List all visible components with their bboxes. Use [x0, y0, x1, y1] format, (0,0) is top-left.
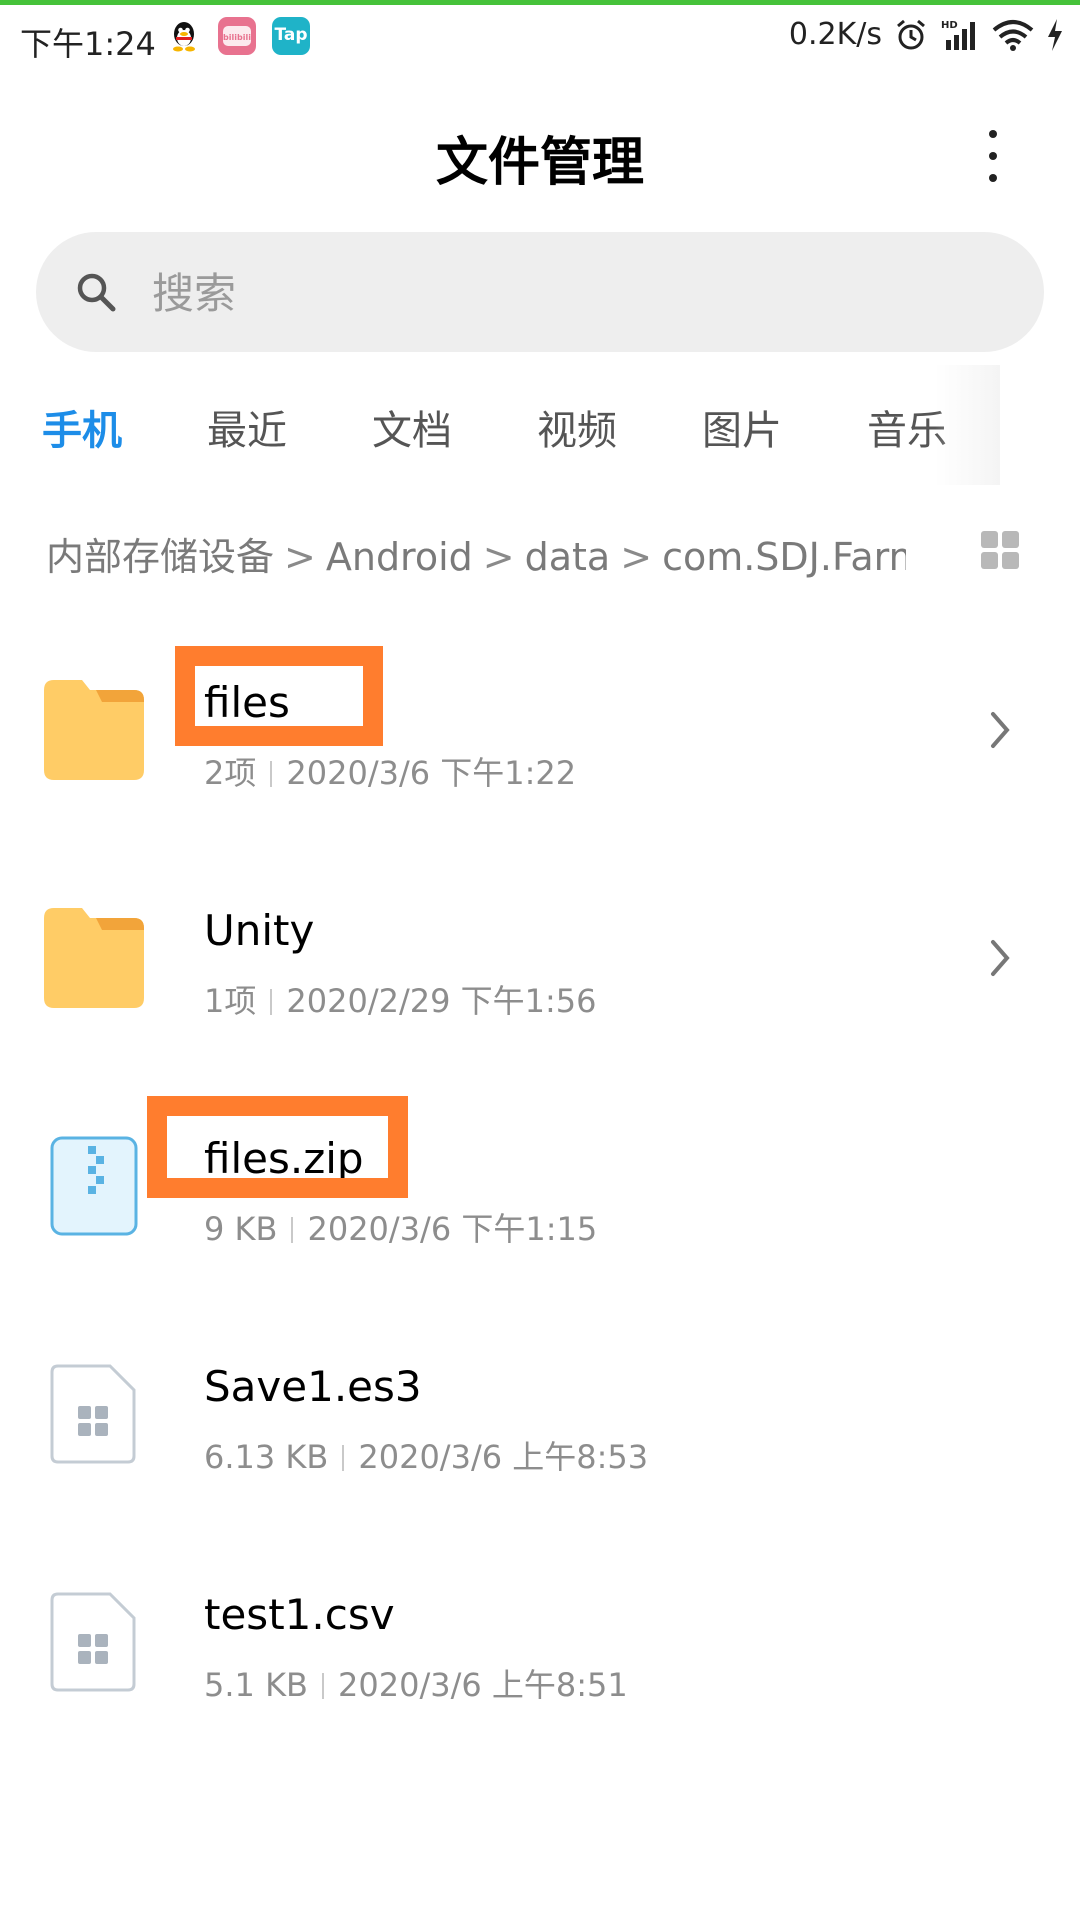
file-size: 6.13 KB — [204, 1438, 329, 1476]
file-meta: 5.1 KB 2020/3/6 上午8:51 — [204, 1660, 628, 1706]
status-time: 下午1:24 — [20, 25, 156, 63]
meta-divider — [270, 989, 273, 1015]
file-size: 9 KB — [204, 1210, 278, 1248]
breadcrumb-item-android[interactable]: Android — [326, 535, 473, 579]
unknown-file-icon — [50, 1592, 136, 1692]
chevron-right-icon: > — [620, 535, 653, 579]
file-name: test1.csv — [204, 1590, 395, 1639]
list-item-files-zip[interactable]: files.zip 9 KB 2020/3/6 下午1:15 — [0, 1086, 1080, 1286]
more-vertical-icon-dot — [989, 152, 997, 160]
list-item-save1-es3[interactable]: Save1.es3 6.13 KB 2020/3/6 上午8:53 — [0, 1314, 1080, 1514]
file-size: 5.1 KB — [204, 1666, 308, 1704]
file-name: files — [204, 678, 290, 727]
meta-divider — [291, 1217, 294, 1243]
breadcrumb-item-data[interactable]: data — [525, 535, 611, 579]
category-tabs: 手机 最近 文档 视频 图片 音乐 — [0, 398, 1000, 462]
zip-file-icon — [50, 1136, 138, 1236]
more-vertical-icon-dot — [989, 174, 997, 182]
breadcrumb-item-current[interactable]: com.SDJ.Farm — [662, 535, 906, 579]
list-item-test1-csv[interactable]: test1.csv 5.1 KB 2020/3/6 上午8:51 — [0, 1542, 1080, 1742]
meta-divider — [270, 761, 273, 787]
file-meta: 9 KB 2020/3/6 下午1:15 — [204, 1204, 597, 1250]
wifi-icon — [992, 19, 1034, 51]
alarm-icon — [897, 19, 925, 49]
tab-recent[interactable]: 最近 — [207, 398, 287, 456]
bilibili-wordmark: bilibili — [223, 33, 251, 42]
hd-signal-icon: HD — [941, 20, 975, 50]
status-bar: 下午1:24 bilibili Tap 0.2K/s HD — [0, 5, 1080, 67]
charging-icon — [1048, 18, 1062, 51]
folder-icon — [44, 680, 144, 780]
tab-documents[interactable]: 文档 — [372, 398, 452, 456]
tab-phone[interactable]: 手机 — [42, 398, 122, 456]
tab-images[interactable]: 图片 — [702, 398, 782, 456]
file-name: Save1.es3 — [204, 1362, 422, 1411]
breadcrumb-item-internal-storage[interactable]: 内部存储设备 — [46, 535, 274, 579]
hd-label: HD — [941, 20, 958, 31]
more-options-button[interactable] — [972, 126, 1012, 186]
status-right-group: 0.2K/s HD — [789, 17, 1064, 52]
unknown-file-icon — [50, 1364, 136, 1464]
tap-icon: Tap — [272, 17, 310, 55]
chevron-right-icon — [991, 940, 1010, 976]
tab-videos[interactable]: 视频 — [537, 398, 617, 456]
more-vertical-icon — [989, 130, 997, 138]
list-item-unity-folder[interactable]: Unity 1项 2020/2/29 下午1:56 — [0, 858, 1080, 1058]
chevron-right-icon: > — [284, 535, 316, 579]
meta-divider — [322, 1673, 324, 1699]
file-meta: 1项 2020/2/29 下午1:56 — [204, 976, 597, 1022]
file-date: 2020/3/6 上午8:53 — [358, 1438, 649, 1476]
grid-view-icon[interactable] — [980, 530, 1020, 570]
page-title: 文件管理 — [435, 133, 644, 193]
breadcrumb: 内部存储设备 > Android > data > com.SDJ.Farm — [46, 526, 906, 586]
file-item-count: 1项 — [204, 982, 257, 1020]
chevron-right-icon — [991, 712, 1010, 748]
search-bar[interactable] — [36, 232, 1044, 352]
file-name: Unity — [204, 906, 315, 955]
file-meta: 6.13 KB 2020/3/6 上午8:53 — [204, 1432, 648, 1478]
file-date: 2020/3/6 下午1:15 — [307, 1210, 598, 1248]
file-date: 2020/3/6 下午1:22 — [286, 754, 577, 792]
file-date: 2020/2/29 下午1:56 — [286, 982, 597, 1020]
tabs-scroll-fade — [935, 365, 1000, 485]
meta-divider — [342, 1445, 345, 1471]
file-meta: 2项 2020/3/6 下午1:22 — [204, 748, 576, 794]
search-input[interactable] — [150, 252, 994, 334]
file-name: files.zip — [204, 1134, 364, 1183]
list-item-files-folder[interactable]: files 2项 2020/3/6 下午1:22 — [0, 630, 1080, 830]
net-speed: 0.2K/s — [788, 17, 882, 52]
folder-icon — [44, 908, 144, 1008]
chevron-right-icon: > — [482, 535, 515, 579]
qq-icon — [165, 17, 203, 55]
file-date: 2020/3/6 上午8:51 — [338, 1666, 628, 1704]
bilibili-icon: bilibili — [218, 17, 256, 55]
search-icon — [77, 273, 116, 312]
file-item-count: 2项 — [204, 754, 257, 792]
